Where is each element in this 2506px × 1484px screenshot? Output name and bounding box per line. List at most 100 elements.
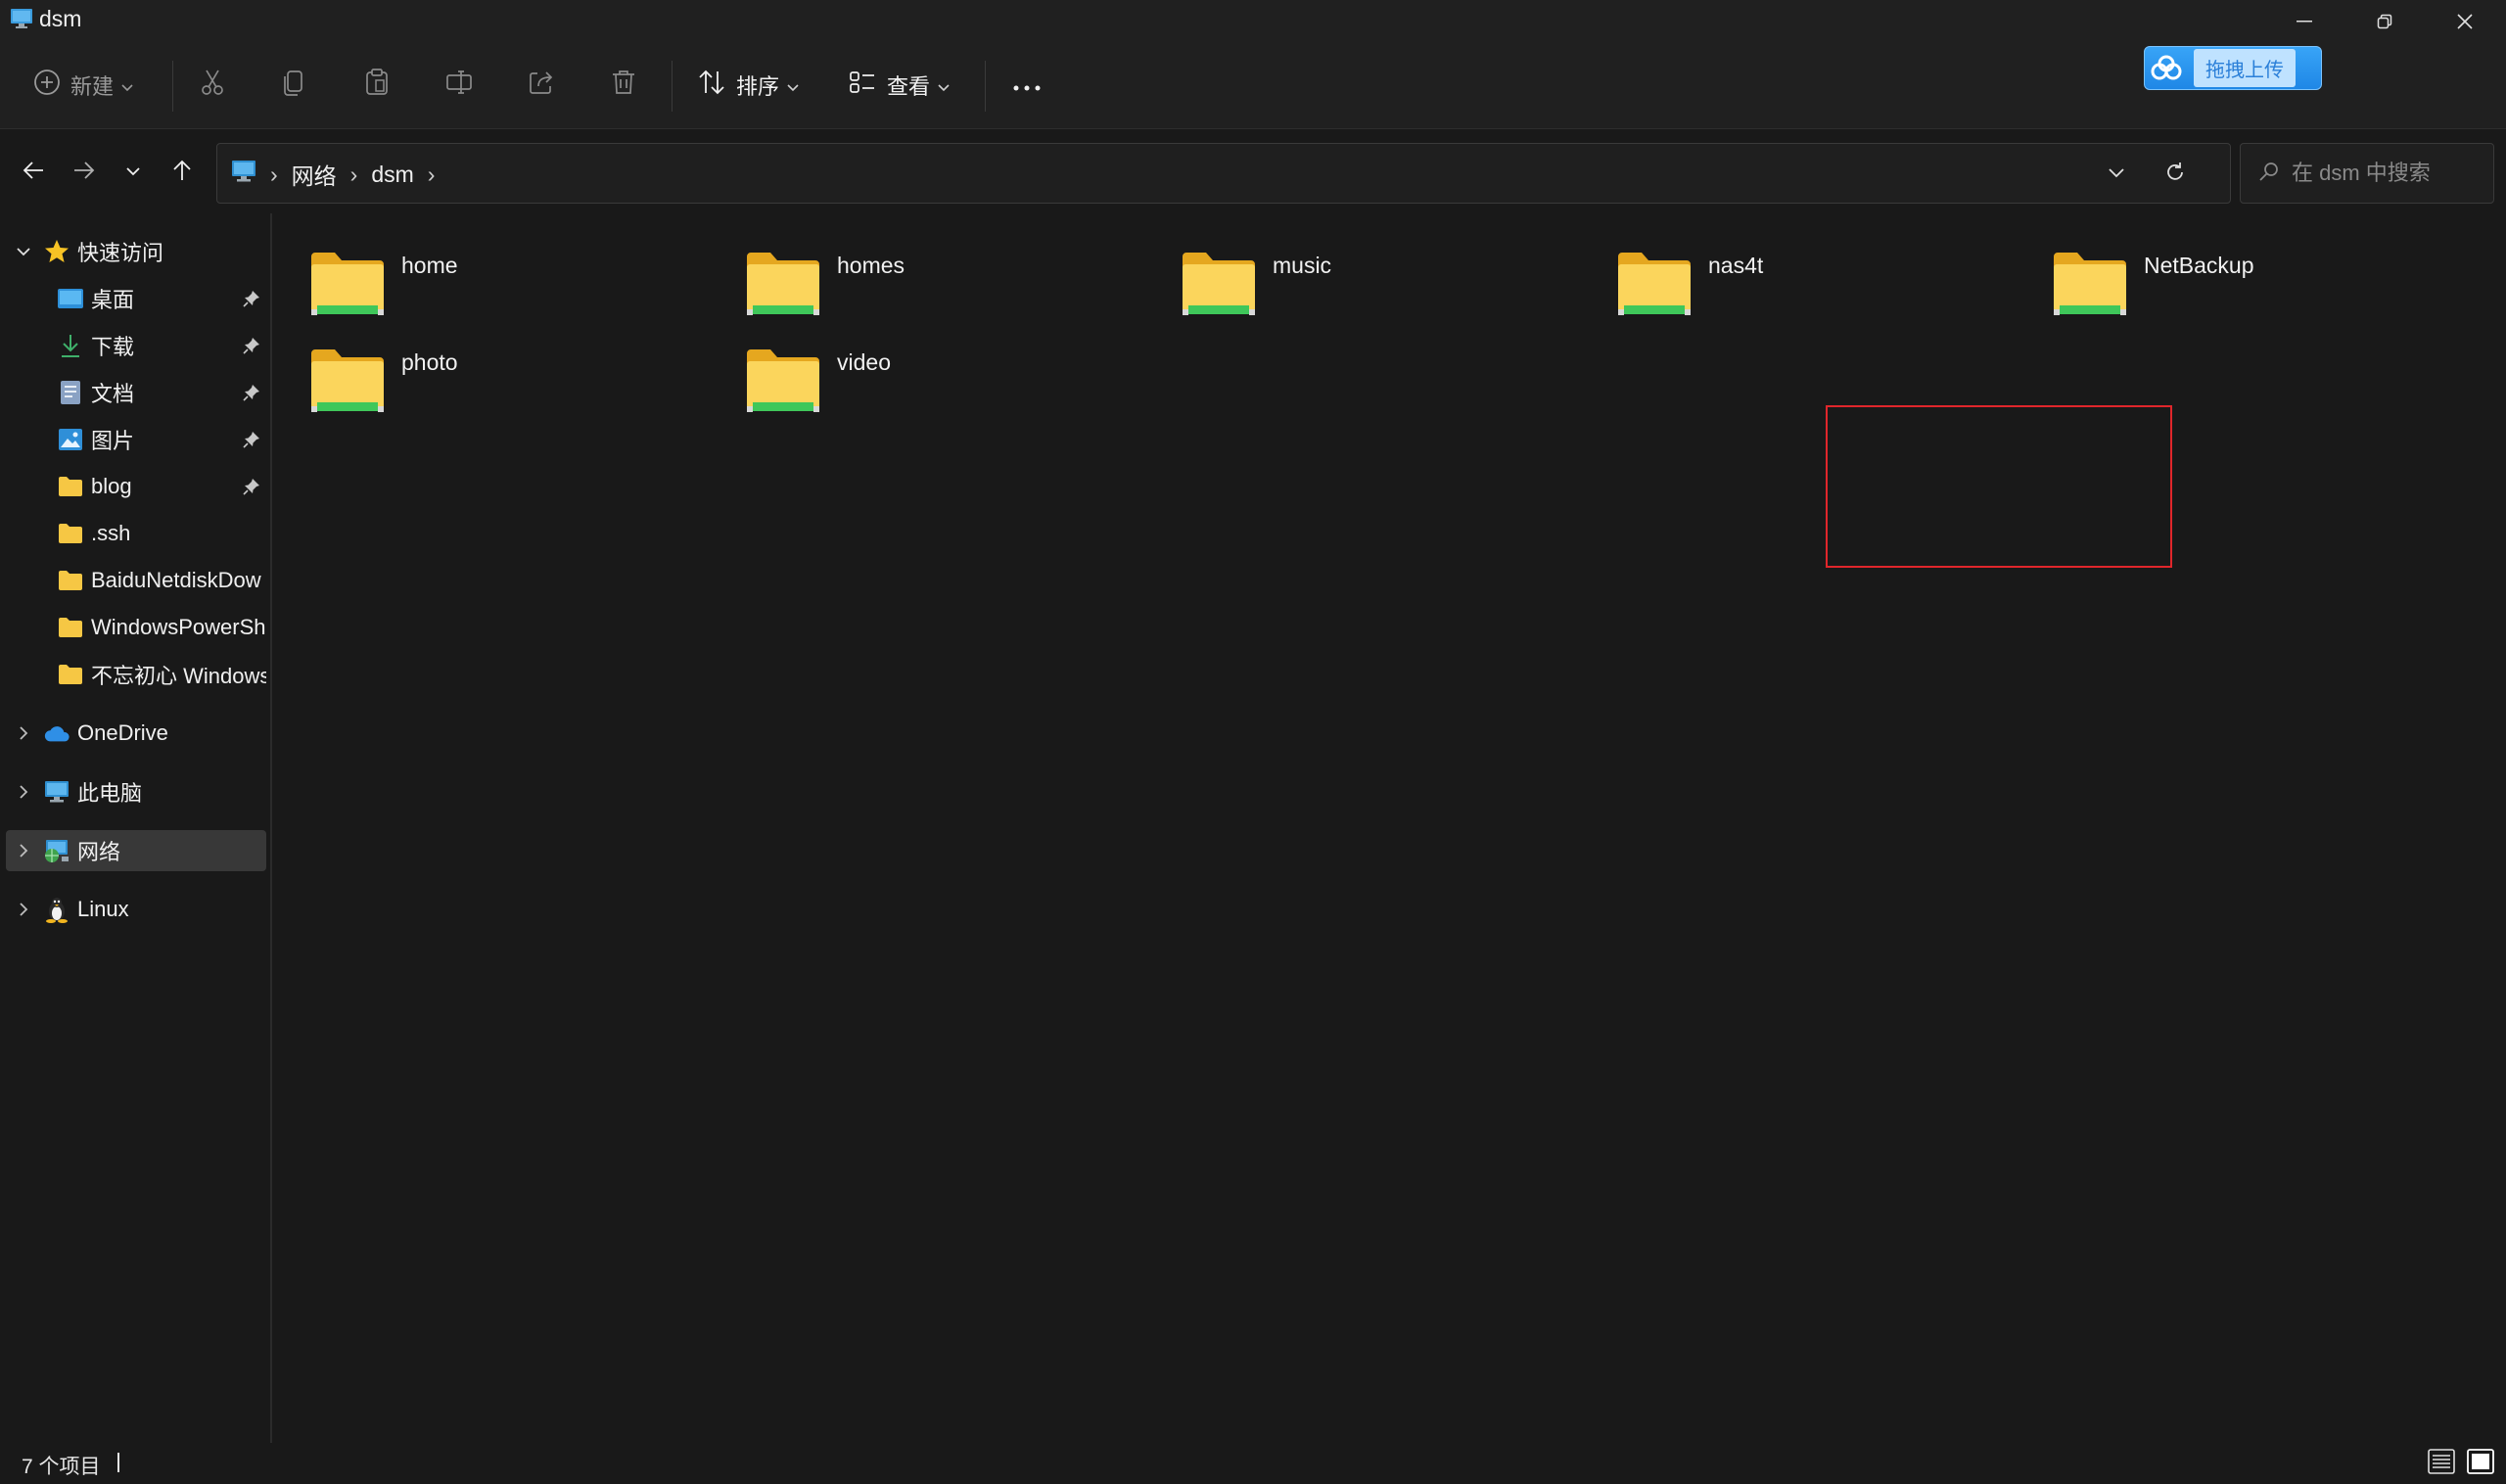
chevron-right-icon[interactable] — [14, 841, 33, 860]
monitor-icon — [231, 160, 256, 189]
star-icon — [43, 238, 70, 265]
recent-locations-button[interactable] — [114, 153, 153, 192]
folder-name: nas4t — [1708, 253, 1764, 278]
paste-button[interactable] — [362, 63, 392, 108]
arrow-up-icon — [172, 160, 192, 186]
folder-icon — [57, 614, 84, 641]
copy-button[interactable] — [280, 63, 309, 108]
up-button[interactable] — [162, 153, 202, 192]
refresh-button[interactable] — [2156, 155, 2195, 194]
sidebar-item-quick-access[interactable]: 快速访问 — [0, 231, 266, 272]
minimize-button[interactable] — [2265, 0, 2344, 43]
address-history-button[interactable] — [2097, 155, 2136, 194]
view-button[interactable]: 查看 — [848, 63, 950, 108]
search-input[interactable] — [2292, 161, 2478, 186]
chevron-right-icon[interactable] — [14, 900, 33, 919]
sidebar-item-network[interactable]: 网络 — [6, 830, 266, 871]
file-explorer-window: dsm 新建 排序 查看 拖拽上传 › 网络 › dsm › 在 dsm 中搜索… — [0, 0, 2506, 1484]
folder-item-netbackup[interactable]: NetBackup — [2022, 231, 2453, 319]
sort-button[interactable]: 排序 — [697, 63, 799, 108]
share-button[interactable] — [527, 63, 556, 108]
delete-button[interactable] — [609, 63, 638, 108]
folder-icon — [57, 567, 84, 594]
folder-name: photo — [401, 349, 458, 375]
folder-item-photo[interactable]: photo — [280, 328, 711, 416]
folder-item-nas4t[interactable]: nas4t — [1587, 231, 2018, 319]
arrow-right-icon — [73, 161, 95, 185]
sidebar-item-this-pc[interactable]: 此电脑 — [0, 771, 266, 812]
folder-name: video — [837, 349, 891, 375]
sort-icon — [697, 68, 726, 103]
folder-item-home[interactable]: home — [280, 231, 711, 319]
pin-icon — [241, 288, 262, 309]
network-icon — [43, 837, 70, 864]
folder-icon — [57, 520, 84, 547]
folder-icon — [57, 661, 84, 688]
onedrive-icon — [43, 719, 70, 747]
cut-button[interactable] — [198, 63, 227, 108]
sidebar-item-ssh[interactable]: .ssh — [0, 513, 266, 554]
sidebar-item-label: 网络 — [77, 840, 121, 864]
title-bar: dsm — [0, 0, 2506, 43]
more-icon — [1012, 72, 1042, 98]
more-options-button[interactable] — [1012, 63, 1042, 108]
copy-icon — [280, 68, 309, 103]
this-pc-icon — [43, 778, 70, 806]
share-icon — [527, 68, 556, 103]
folder-item-music[interactable]: music — [1151, 231, 1582, 319]
sidebar-item-label: BaiduNetdiskDow — [91, 568, 261, 592]
sidebar-item-buwangchuxin[interactable]: 不忘初心 Windows — [0, 654, 266, 695]
chevron-down-icon — [938, 72, 950, 98]
sidebar-item-blog[interactable]: blog — [0, 466, 266, 507]
folder-item-homes[interactable]: homes — [716, 231, 1146, 319]
sidebar-item-pictures[interactable]: 图片 — [0, 419, 266, 460]
breadcrumb-dsm[interactable]: dsm — [371, 162, 413, 188]
arrow-left-icon — [23, 161, 44, 185]
sidebar-item-label: OneDrive — [77, 720, 168, 745]
pin-icon — [241, 476, 262, 497]
drag-upload-widget[interactable]: 拖拽上传 — [2144, 46, 2322, 90]
forward-button[interactable] — [65, 153, 104, 192]
command-bar: 新建 排序 查看 — [0, 43, 2506, 129]
sidebar-item-documents[interactable]: 文档 — [0, 372, 266, 413]
shared-folder-icon — [2052, 251, 2128, 319]
sidebar-item-baidunetdisk[interactable]: BaiduNetdiskDow — [0, 560, 266, 601]
breadcrumb-network[interactable]: 网络 — [292, 158, 337, 191]
chevron-down-icon[interactable] — [14, 242, 33, 261]
folder-icon — [57, 473, 84, 500]
rename-button[interactable] — [444, 63, 474, 108]
chevron-right-icon[interactable] — [14, 782, 33, 802]
shared-folder-icon — [1616, 251, 1693, 319]
restore-button[interactable] — [2345, 0, 2424, 43]
new-button[interactable]: 新建 — [33, 63, 133, 108]
sidebar-item-linux[interactable]: Linux — [0, 889, 266, 930]
close-button[interactable] — [2426, 0, 2504, 43]
sort-label: 排序 — [736, 74, 780, 99]
linux-icon — [43, 896, 70, 923]
download-icon — [57, 332, 84, 359]
back-button[interactable] — [14, 153, 53, 192]
shared-folder-icon — [309, 251, 386, 319]
address-bar[interactable]: › 网络 › dsm › — [216, 143, 2231, 204]
sidebar-item-label: 桌面 — [91, 288, 135, 312]
chevron-down-icon — [2109, 165, 2124, 183]
sidebar-item-desktop[interactable]: 桌面 — [0, 278, 266, 319]
sidebar-item-windowspowershell[interactable]: WindowsPowerSh — [0, 607, 266, 648]
search-box[interactable] — [2240, 143, 2494, 204]
chevron-right-icon[interactable]: › — [428, 162, 436, 188]
sidebar-item-label: WindowsPowerSh — [91, 615, 266, 639]
large-icons-view-button[interactable] — [2465, 1448, 2496, 1479]
rename-icon — [444, 68, 474, 103]
folder-item-video[interactable]: video — [716, 328, 1146, 416]
sidebar-item-downloads[interactable]: 下载 — [0, 325, 266, 366]
delete-icon — [609, 68, 638, 103]
sidebar-item-onedrive[interactable]: OneDrive — [0, 713, 266, 754]
chevron-right-icon[interactable] — [14, 723, 33, 743]
large-icons-view-icon — [2467, 1448, 2494, 1479]
sidebar-item-label: blog — [91, 474, 132, 498]
shared-folder-icon — [745, 251, 821, 319]
text-cursor — [117, 1453, 119, 1472]
toolbar-separator — [672, 61, 673, 112]
chevron-down-icon — [126, 163, 140, 181]
details-view-button[interactable] — [2426, 1448, 2457, 1478]
